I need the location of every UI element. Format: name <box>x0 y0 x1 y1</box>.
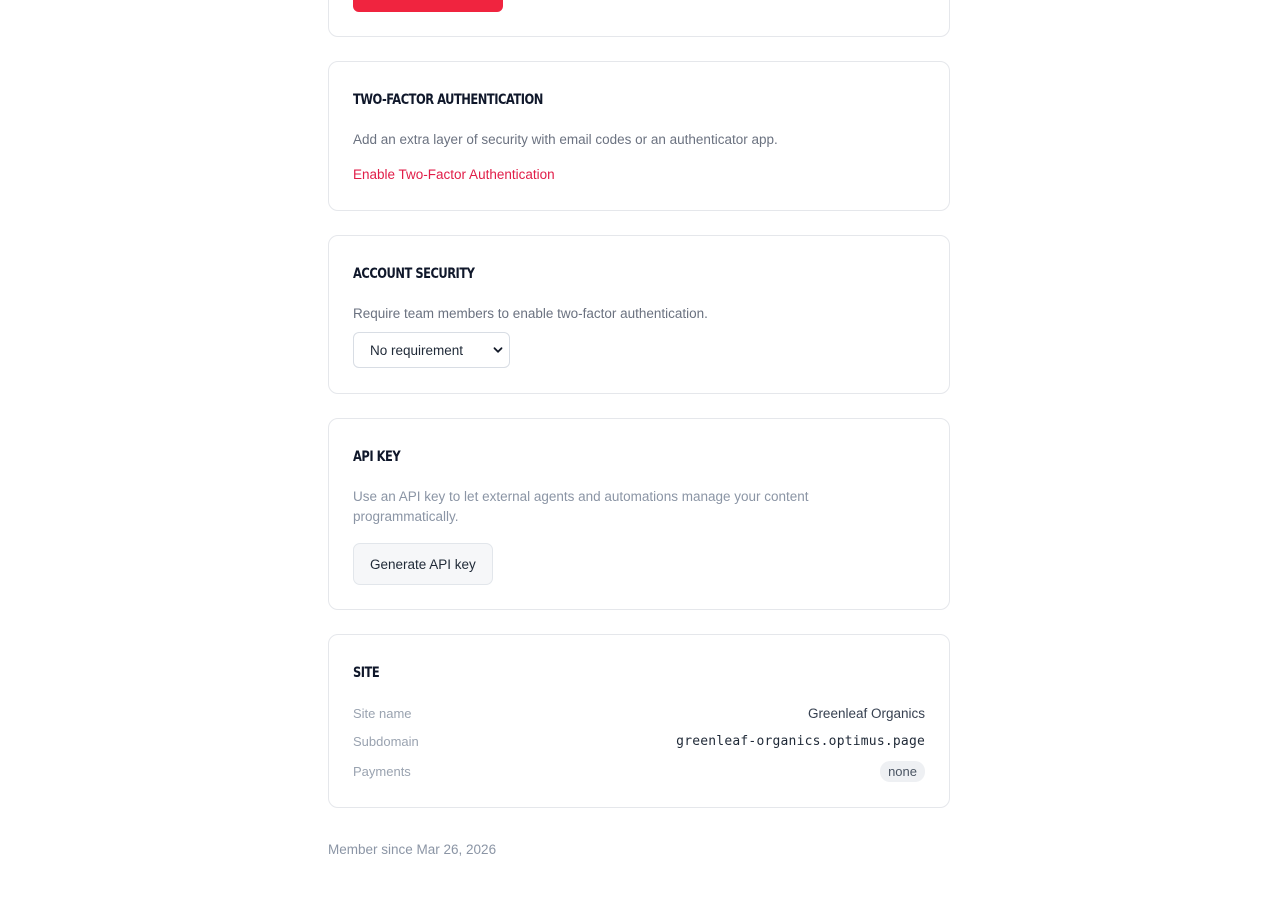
site-name-value: Greenleaf Organics <box>807 705 925 721</box>
chevron-down-icon <box>493 347 503 353</box>
subdomain-value: greenleaf-organics.optimus.page <box>676 733 925 749</box>
subdomain-row: Subdomain greenleaf-organics.optimus.pag… <box>353 731 925 751</box>
payments-label: Payments <box>353 763 411 779</box>
two-factor-card: Two-Factor Authentication Add an extra l… <box>328 61 950 211</box>
subdomain-label: Subdomain <box>353 733 419 749</box>
api-key-card: API Key Use an API key to let external a… <box>328 418 950 610</box>
api-key-description: Use an API key to let external agents an… <box>353 489 809 524</box>
two-factor-requirement-select[interactable]: No requirement <box>353 332 510 368</box>
previous-settings-card <box>328 0 950 37</box>
settings-page: Two-Factor Authentication Add an extra l… <box>0 0 1280 900</box>
account-security-description: Require team members to enable two-facto… <box>353 306 708 321</box>
two-factor-description: Add an extra layer of security with emai… <box>353 132 778 147</box>
account-security-card: Account Security Require team members to… <box>328 235 950 394</box>
site-name-row: Site name Greenleaf Organics <box>353 703 925 723</box>
two-factor-title: Two-Factor Authentication <box>353 92 543 108</box>
member-since-text: Member since Mar 26, 2026 <box>328 842 497 857</box>
site-card: Site Site name Greenleaf Organics Subdom… <box>328 634 950 808</box>
enable-two-factor-link[interactable]: Enable Two-Factor Authentication <box>353 166 555 184</box>
red-action-button[interactable] <box>353 0 503 12</box>
api-key-title: API Key <box>353 449 401 465</box>
payments-row: Payments none <box>353 760 925 782</box>
payments-status-badge: none <box>880 760 925 782</box>
site-title: Site <box>353 665 380 681</box>
site-name-label: Site name <box>353 705 412 721</box>
generate-api-key-button[interactable]: Generate API key <box>353 543 493 585</box>
select-value: No requirement <box>370 342 464 358</box>
account-security-title: Account Security <box>353 266 475 282</box>
